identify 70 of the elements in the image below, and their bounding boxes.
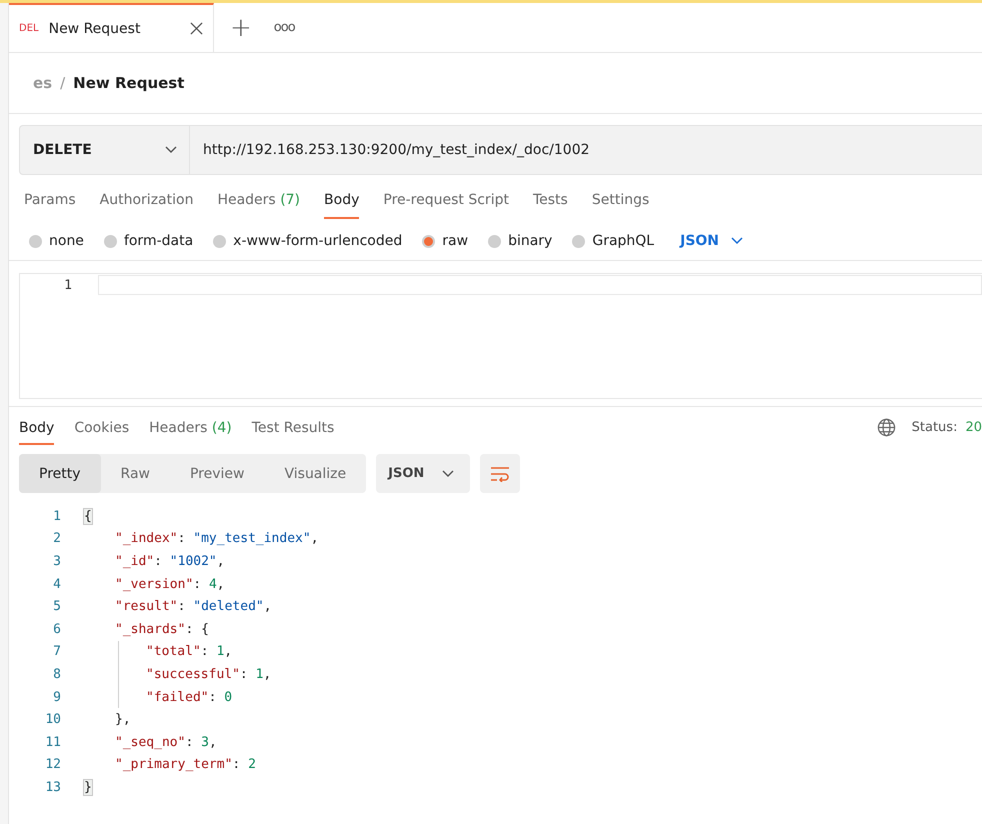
view-mode-button[interactable]: Visualize xyxy=(264,454,366,493)
line-number: 8 xyxy=(52,666,61,682)
radio-label[interactable]: none xyxy=(49,233,84,249)
code-line: }, xyxy=(115,712,131,728)
request-section-tab[interactable]: Params xyxy=(24,192,76,219)
request-section-tab[interactable]: Pre-request Script xyxy=(383,192,509,219)
request-section-tab[interactable]: Tests xyxy=(532,192,568,219)
line-number: 3 xyxy=(52,554,61,569)
radio-label[interactable]: raw xyxy=(442,233,468,249)
line-number: 10 xyxy=(44,712,61,728)
radio-button[interactable] xyxy=(488,234,502,248)
new-tab-button[interactable]: + xyxy=(230,12,252,42)
view-mode-button[interactable]: Preview xyxy=(170,454,264,493)
request-section-tab[interactable]: Settings xyxy=(592,192,650,219)
line-number: 7 xyxy=(52,644,61,660)
tab-title: New Request xyxy=(48,20,142,36)
radio-button[interactable] xyxy=(572,234,586,248)
wrap-lines-button[interactable] xyxy=(480,454,520,493)
response-tab[interactable]: Headers (4) xyxy=(149,420,232,444)
line-number: 1 xyxy=(63,278,73,292)
more-button[interactable]: ooo xyxy=(274,20,295,35)
chevron-down-icon xyxy=(442,470,454,478)
radio-button[interactable] xyxy=(104,234,117,248)
radio-label[interactable]: x-www-form-urlencoded xyxy=(233,233,402,249)
line-number: 6 xyxy=(52,622,61,637)
close-icon[interactable] xyxy=(190,22,203,35)
response-tab[interactable]: Test Results xyxy=(252,420,334,444)
line-number: 4 xyxy=(52,576,61,592)
line-number: 11 xyxy=(44,734,61,750)
request-section-tab[interactable]: Authorization xyxy=(100,192,194,219)
response-tab[interactable]: Body xyxy=(19,420,54,444)
globe-icon[interactable] xyxy=(876,418,896,437)
status-code: 20 xyxy=(965,420,982,435)
code-line: "_shards": { xyxy=(115,622,209,637)
request-section-tab[interactable]: Headers (7) xyxy=(217,192,300,219)
code-line: "_index": "my_test_index", xyxy=(115,531,319,546)
chevron-down-icon xyxy=(731,237,744,245)
line-number: 5 xyxy=(52,599,61,614)
code-line: "_version": 4, xyxy=(115,576,225,592)
status-label: Status: xyxy=(912,420,958,435)
wrap-lines-icon xyxy=(490,466,510,482)
radio-button[interactable] xyxy=(213,234,226,248)
radio-button[interactable] xyxy=(422,234,436,248)
line-number: 13 xyxy=(44,780,61,795)
code-line: "total": 1, xyxy=(146,644,232,660)
radio-label[interactable]: binary xyxy=(508,233,552,249)
code-line: "_seq_no": 3, xyxy=(115,734,217,750)
line-number: 1 xyxy=(52,508,61,524)
code-line: "_id": "1002", xyxy=(115,554,225,569)
request-section-tab[interactable]: Body xyxy=(324,192,360,219)
format-dropdown[interactable]: JSON xyxy=(376,454,470,493)
line-number: 2 xyxy=(52,531,61,546)
view-mode-button[interactable]: Raw xyxy=(100,454,170,493)
format-dropdown[interactable]: JSON xyxy=(680,233,744,249)
body-editor[interactable]: 1 xyxy=(19,273,982,399)
request-tab[interactable]: DEL New Request xyxy=(9,3,214,52)
radio-label[interactable]: GraphQL xyxy=(592,233,654,249)
response-tab[interactable]: Cookies xyxy=(74,420,130,444)
view-mode-button[interactable]: Pretty xyxy=(19,454,101,493)
radio-label[interactable]: form-data xyxy=(124,233,194,249)
request-name: New Request xyxy=(73,74,184,92)
code-line: "result": "deleted", xyxy=(115,599,272,614)
line-number: 12 xyxy=(44,757,61,772)
code-line: "failed": 0 xyxy=(146,690,232,705)
radio-button[interactable] xyxy=(29,234,42,248)
breadcrumb-separator: / xyxy=(60,74,66,92)
method-label: DEL xyxy=(19,23,39,34)
line-number: 9 xyxy=(52,690,61,705)
code-line: "_primary_term": 2 xyxy=(115,757,256,772)
code-line: "successful": 1, xyxy=(146,666,272,682)
